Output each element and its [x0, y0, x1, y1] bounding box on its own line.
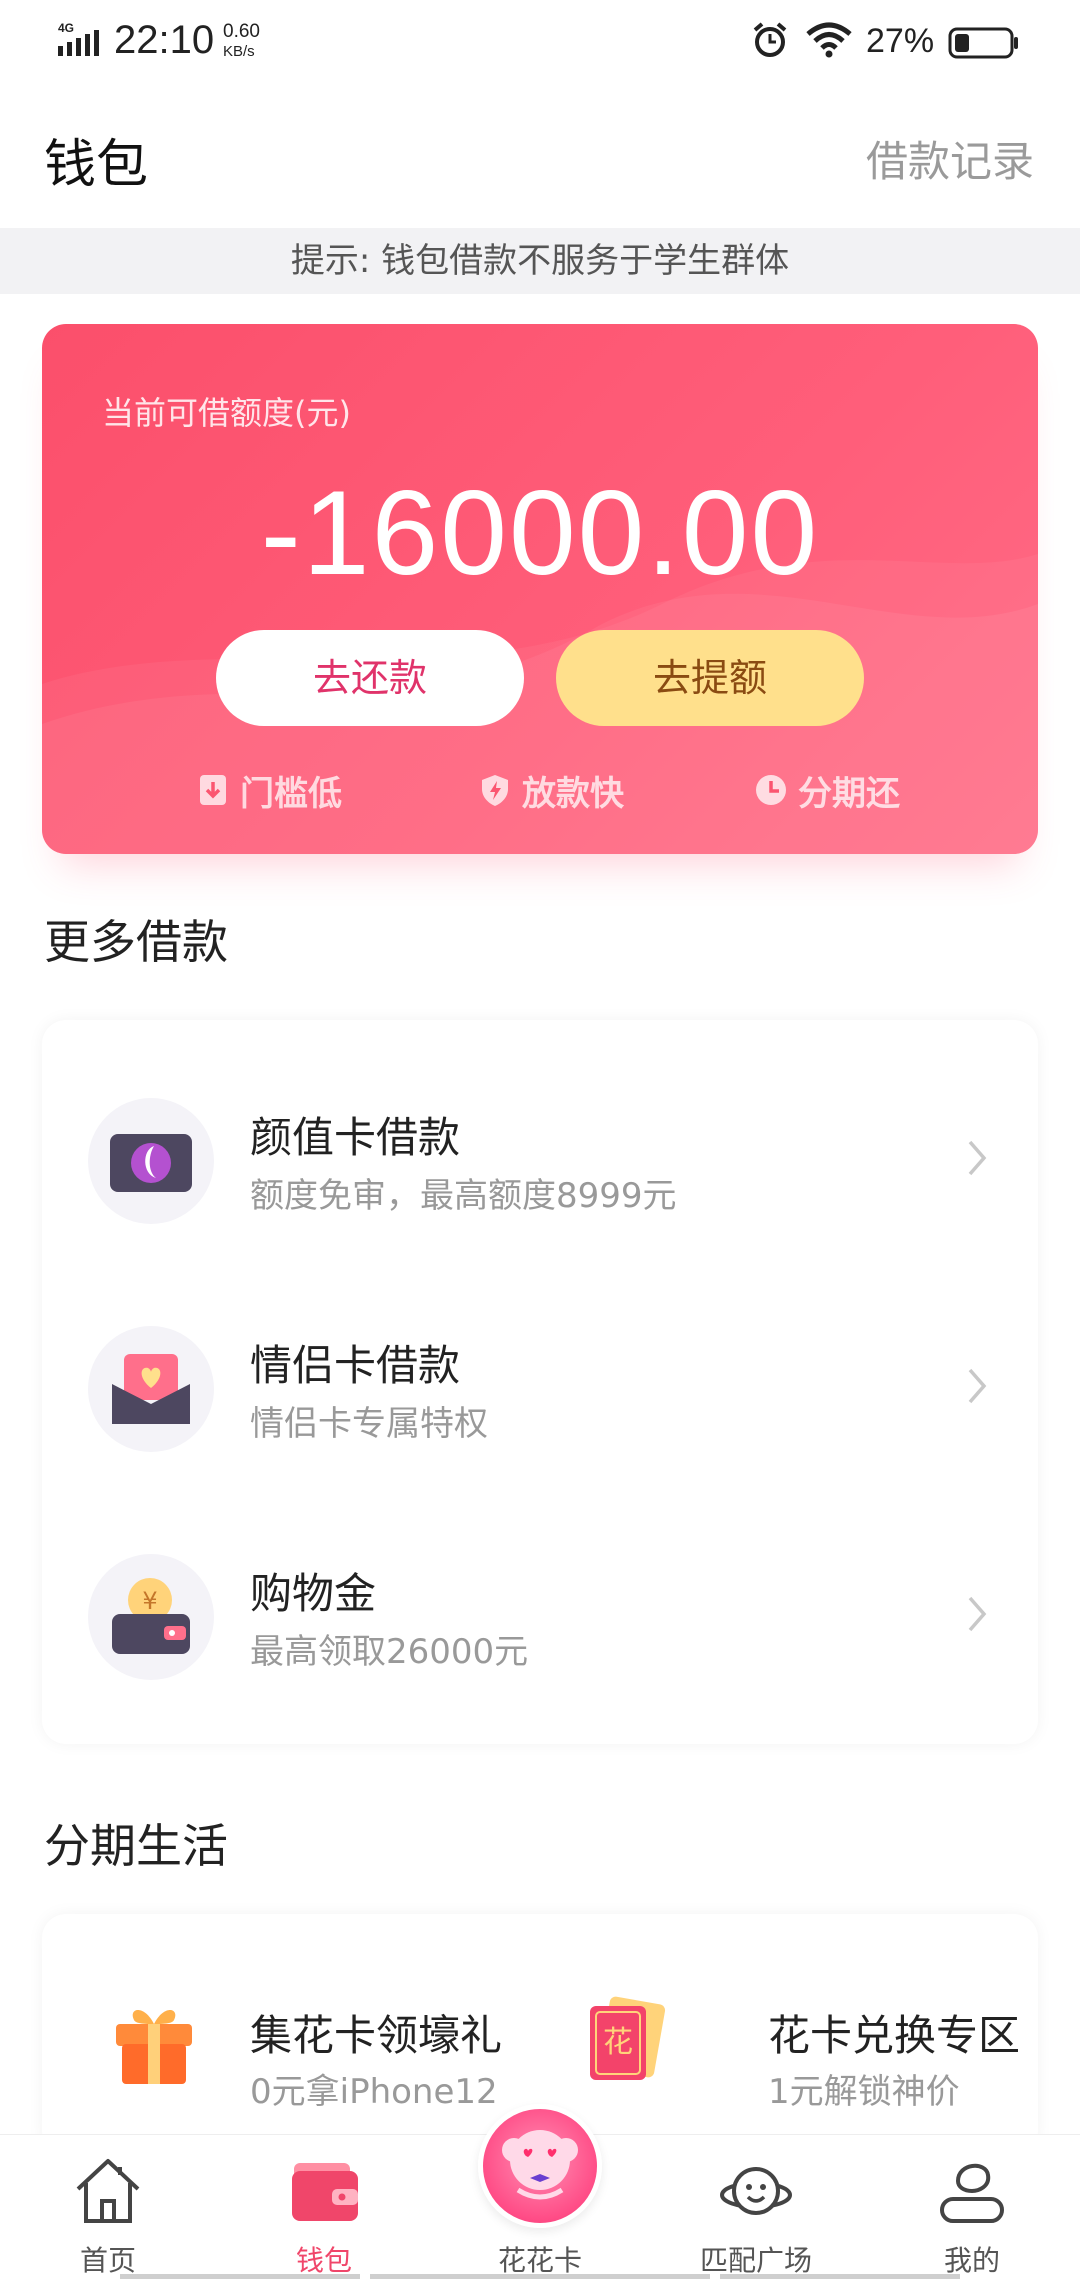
credit-label: 当前可借额度(元) — [102, 394, 351, 432]
beauty-card-icon — [110, 1134, 192, 1192]
life-subtitle: 1元解锁神价 — [768, 2072, 960, 2112]
loan-record-link[interactable]: 借款记录 — [866, 128, 1034, 189]
life-item-collect-cards[interactable]: 集花卡领壕礼 0元拿iPhone12 — [42, 1914, 522, 2154]
planet-face-icon — [720, 2167, 792, 2215]
loan-title: 情侣卡借款 — [250, 1341, 461, 1390]
tab-wallet[interactable]: 钱包 — [216, 2135, 432, 2280]
bottom-indicator-lines — [120, 2274, 960, 2279]
more-loans-title: 更多借款 — [44, 915, 228, 969]
chevron-right-icon — [968, 1596, 987, 1632]
loan-title: 颜值卡借款 — [250, 1113, 461, 1162]
credit-card: 当前可借额度(元) -16000.00 去还款 去提额 门槛低 放款快 分期还 — [42, 324, 1038, 854]
shopping-wallet-icon: ¥ — [112, 1578, 190, 1654]
feature-label: 放款快 — [522, 773, 624, 814]
feature-installment: 分期还 — [754, 766, 900, 814]
svg-text:¥: ¥ — [142, 1587, 157, 1615]
installment-life-title: 分期生活 — [44, 1819, 228, 1873]
loan-icon-bg — [88, 1098, 214, 1224]
alarm-icon — [753, 22, 787, 57]
tab-home[interactable]: 首页 — [0, 2135, 216, 2280]
gift-box-icon — [116, 2010, 192, 2084]
loan-subtitle: 情侣卡专属特权 — [250, 1404, 488, 1444]
loan-title: 购物金 — [250, 1569, 377, 1618]
download-doc-icon — [200, 775, 226, 805]
page-header: 钱包 借款记录 — [0, 84, 1080, 228]
more-loans-list: 颜值卡借款 额度免审，最高额度8999元 情侣卡借款 情侣卡专属特权 ¥ 购物金… — [42, 1020, 1038, 1744]
feature-label: 门槛低 — [240, 773, 342, 814]
loan-item-shopping-gold[interactable]: ¥ 购物金 最高领取26000元 — [42, 1484, 1038, 1712]
feature-low-threshold: 门槛低 — [196, 766, 342, 814]
life-title: 集花卡领壕礼 — [250, 2011, 503, 2060]
loan-item-beauty-card[interactable]: 颜值卡借款 额度免审，最高额度8999元 — [42, 1028, 1038, 1256]
tab-profile[interactable]: 我的 — [864, 2135, 1080, 2280]
profile-icon — [940, 2164, 1004, 2223]
tab-match-square[interactable]: 匹配广场 — [648, 2135, 864, 2280]
svg-text:花: 花 — [603, 2025, 633, 2060]
repay-button[interactable]: 去还款 — [216, 630, 524, 726]
wallet-icon — [292, 2163, 358, 2221]
flower-card-icon: 花 — [590, 1996, 666, 2080]
life-title: 花卡兑换专区 — [768, 2011, 1021, 2060]
loan-subtitle: 额度免审，最高额度8999元 — [250, 1176, 677, 1216]
shield-bolt-icon — [482, 775, 508, 806]
feature-fast-loan: 放款快 — [478, 766, 624, 814]
page-title: 钱包 — [44, 135, 149, 195]
network-speed: 0.60 KB/s — [223, 22, 260, 62]
svg-text:4G: 4G — [58, 22, 74, 35]
status-time: 22:10 — [114, 18, 215, 62]
signal-icon: 4G — [58, 22, 99, 56]
credit-amount: -16000.00 — [260, 466, 820, 600]
chevron-right-icon — [968, 1368, 987, 1404]
battery-percent: 27% — [866, 22, 935, 60]
loan-subtitle: 最高领取26000元 — [250, 1632, 529, 1672]
home-icon — [76, 2159, 140, 2223]
loan-icon-bg: ¥ — [88, 1554, 214, 1680]
network-speed-unit: KB/s — [223, 43, 255, 60]
flower-avatar-icon — [502, 2130, 578, 2200]
loan-icon-bg — [88, 1326, 214, 1452]
notice-bar: 提示: 钱包借款不服务于学生群体 — [0, 228, 1080, 294]
wifi-icon — [806, 22, 852, 58]
feature-label: 分期还 — [798, 773, 900, 814]
network-speed-value: 0.60 — [223, 21, 260, 42]
loan-item-couple-card[interactable]: 情侣卡借款 情侣卡专属特权 — [42, 1256, 1038, 1484]
life-subtitle: 0元拿iPhone12 — [250, 2072, 498, 2112]
flower-card-center-button[interactable] — [478, 2104, 602, 2228]
chevron-right-icon — [968, 1140, 987, 1176]
couple-card-icon — [112, 1354, 190, 1424]
battery-icon — [948, 27, 1018, 59]
clock-icon — [756, 775, 786, 805]
raise-limit-button[interactable]: 去提额 — [556, 630, 864, 726]
status-bar: 4G 22:10 0.60 KB/s 27% — [0, 0, 1080, 84]
